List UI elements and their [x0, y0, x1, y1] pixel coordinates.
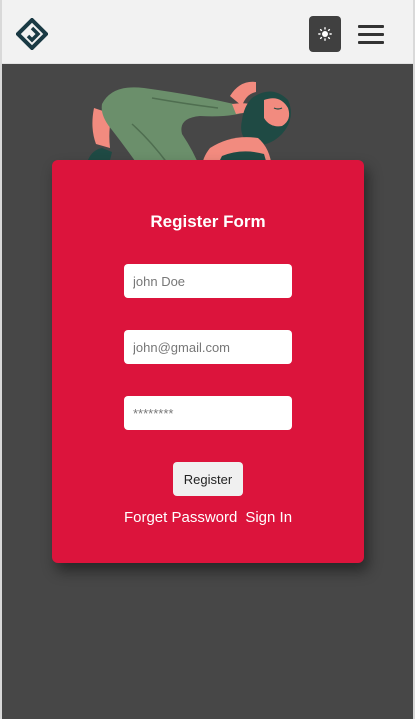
password-input[interactable] [124, 396, 292, 430]
sun-icon [318, 27, 332, 41]
register-form-card: Register Form Register Forget Password Si… [52, 160, 364, 563]
menu-bar-line [358, 41, 384, 44]
theme-toggle-button[interactable] [309, 16, 341, 52]
menu-bar-line [358, 25, 384, 28]
name-input[interactable] [124, 264, 292, 298]
hamburger-menu-icon[interactable] [358, 22, 386, 46]
register-button[interactable]: Register [173, 462, 243, 496]
main-content: Register Form Register Forget Password Si… [2, 64, 413, 719]
forget-password-link[interactable]: Forget Password [124, 509, 237, 526]
page-frame: Register Form Register Forget Password Si… [0, 0, 415, 719]
yoga-woman-illustration [82, 78, 302, 168]
form-title: Register Form [150, 212, 266, 231]
logo-icon[interactable] [15, 17, 49, 51]
email-input[interactable] [124, 330, 292, 364]
sign-in-link[interactable]: Sign In [245, 509, 292, 526]
form-links: Forget Password Sign In [52, 509, 364, 526]
navbar [2, 0, 413, 64]
menu-bar-line [358, 33, 384, 36]
